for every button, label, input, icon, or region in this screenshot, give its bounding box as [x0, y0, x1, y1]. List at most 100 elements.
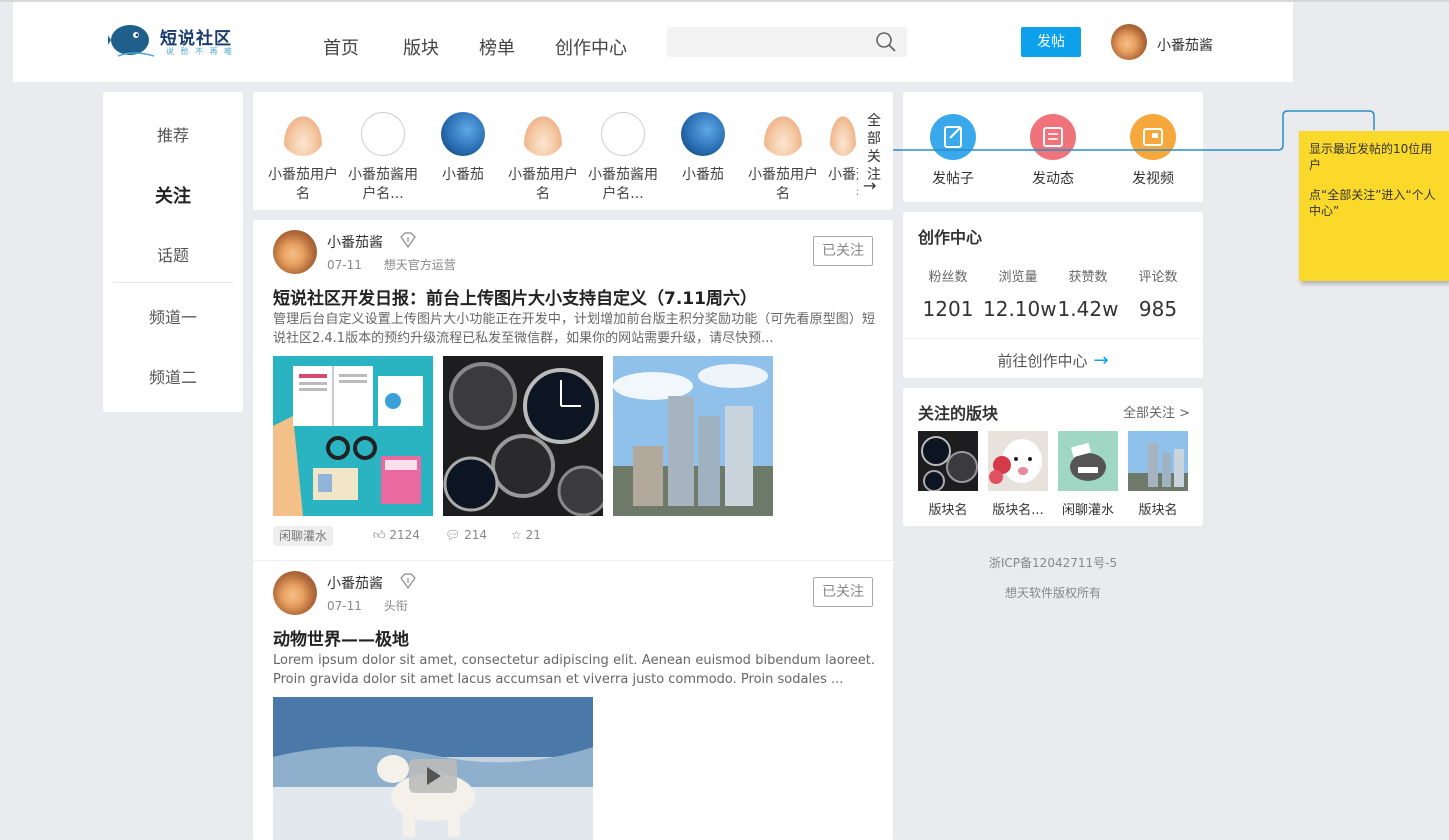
- comment-action[interactable]: 💬︎ 214: [445, 528, 487, 542]
- left-nav-recommend[interactable]: 推荐: [103, 122, 243, 146]
- author-name[interactable]: 小番茄酱: [327, 573, 383, 593]
- post-date: 07-11: [327, 258, 362, 272]
- annotation-note: 显示最近发帖的10位用户 点“全部关注”进入“个人中心”: [1299, 131, 1449, 281]
- post-source: 头衔: [383, 599, 408, 613]
- annotation-line-1: 显示最近发帖的10位用户: [1309, 142, 1433, 172]
- header-bar: 短说社区 说 愁 不 再 唯 首页 版块 榜单 创作中心 发帖 小番茄酱: [13, 2, 1293, 82]
- post-video[interactable]: [273, 697, 593, 840]
- logo-subtitle: 说 愁 不 再 唯: [166, 47, 235, 56]
- followed-users-strip: 小番茄用户名 小番茄酱用户名... 小番茄 小番茄用户名 小番茄酱用户名... …: [253, 92, 893, 210]
- followed-user-name: 小番茄: [442, 167, 484, 183]
- diamond-badge-icon: [400, 573, 416, 590]
- favorite-action[interactable]: ☆ 21: [511, 528, 541, 542]
- diamond-badge-icon: [400, 232, 416, 249]
- followed-boards-panel: 关注的版块 全部关注 > 版块名 版块名... 闲聊灌水 版块名: [903, 388, 1203, 526]
- nav-creation-center[interactable]: 创作中心: [555, 34, 627, 60]
- search-icon[interactable]: [875, 31, 897, 53]
- followed-user-name: 小番茄用户名: [508, 167, 578, 202]
- post-button[interactable]: 发帖: [1021, 27, 1081, 57]
- comment-icon: 💬︎: [445, 528, 461, 542]
- arrow-right-icon[interactable]: →: [863, 176, 876, 195]
- icp-text[interactable]: 浙ICP备12042711号-5: [903, 554, 1203, 571]
- followed-user[interactable]: 小番茄用户名: [268, 112, 338, 204]
- author-name[interactable]: 小番茄酱: [327, 232, 383, 252]
- board-image: [1128, 431, 1188, 491]
- nav-ranking[interactable]: 榜单: [479, 34, 515, 60]
- post-actions: 闲聊灌水 👍︎ 2124 💬︎ 214 ☆ 21: [273, 526, 873, 548]
- board-image: [988, 431, 1048, 491]
- post-meta: 07-11 想天官方运营: [327, 256, 474, 273]
- search-input[interactable]: [667, 27, 907, 57]
- stat-value: 1201: [922, 297, 974, 321]
- post-excerpt[interactable]: 管理后台自定义设置上传图片大小功能正在开发中，计划增加前台版主积分奖励功能（可先…: [273, 310, 875, 348]
- board-item[interactable]: 闲聊灌水: [1057, 431, 1119, 518]
- like-action[interactable]: 👍︎ 2124: [373, 528, 420, 543]
- left-nav-channel-2[interactable]: 频道二: [103, 364, 243, 388]
- post-source: 想天官方运营: [383, 258, 456, 272]
- followed-user[interactable]: 小番茄用户名: [828, 112, 858, 204]
- board-item[interactable]: 版块名: [1127, 431, 1189, 518]
- followed-user[interactable]: 小番茄酱用户名...: [348, 112, 418, 204]
- go-creation-center-link[interactable]: 前往创作中心 →: [903, 350, 1203, 371]
- followed-user-avatar: [441, 112, 485, 156]
- post-status-label: 发动态: [1032, 171, 1074, 187]
- post-title[interactable]: 短说社区开发日报：前台上传图片大小支持自定义（7.11周六）: [273, 284, 757, 309]
- author-avatar[interactable]: [273, 230, 317, 274]
- post-image-documents[interactable]: [273, 356, 433, 516]
- followed-user[interactable]: 小番茄: [668, 112, 738, 185]
- followed-user-name: 小番茄用户名: [748, 167, 818, 202]
- followed-user-avatar: [828, 112, 858, 156]
- followed-user-avatar: [281, 112, 325, 156]
- nav-home[interactable]: 首页: [323, 34, 359, 60]
- left-nav: 推荐 关注 话题 频道一 频道二: [103, 92, 243, 412]
- creation-center-title: 创作中心: [918, 228, 983, 247]
- stat-label: 评论数: [1138, 270, 1178, 285]
- followed-button[interactable]: 已关注: [813, 577, 873, 607]
- followed-user-avatar: [361, 112, 405, 156]
- all-followed-boards-link[interactable]: 全部关注 >: [1123, 402, 1190, 421]
- creation-center-panel: 创作中心 粉丝数 1201 浏览量 12.10w 获赞数 1.42w 评论数 9…: [903, 212, 1203, 378]
- post-tag[interactable]: 闲聊灌水: [273, 526, 334, 546]
- post-image-city[interactable]: [613, 356, 773, 516]
- followed-user-name: 小番茄: [682, 167, 724, 183]
- author-avatar[interactable]: [273, 571, 317, 615]
- like-count: 2124: [389, 528, 420, 542]
- post-date: 07-11: [327, 599, 362, 613]
- user-avatar[interactable]: [1111, 24, 1147, 60]
- arrow-right-icon: →: [1093, 350, 1109, 371]
- nav-boards[interactable]: 版块: [403, 34, 439, 60]
- stat-likes: 获赞数 1.42w: [1053, 266, 1123, 321]
- thumbs-up-icon: 👍︎: [373, 528, 386, 542]
- post-image-clocks[interactable]: [443, 356, 603, 516]
- board-name: 版块名...: [992, 503, 1044, 518]
- followed-user-avatar: [521, 112, 565, 156]
- followed-user[interactable]: 小番茄用户名: [748, 112, 818, 204]
- go-creation-center-label: 前往创作中心: [997, 352, 1088, 370]
- post-excerpt[interactable]: Lorem ipsum dolor sit amet, consectetur …: [273, 651, 875, 689]
- followed-user-name: 小番茄酱用户名...: [348, 167, 418, 202]
- stat-value: 12.10w: [983, 297, 1057, 321]
- site-logo[interactable]: 短说社区 说 愁 不 再 唯: [106, 20, 238, 64]
- post-divider: [253, 560, 893, 561]
- followed-button[interactable]: 已关注: [813, 236, 873, 266]
- post-meta: 07-11 头衔: [327, 597, 426, 614]
- left-nav-topics[interactable]: 话题: [103, 242, 243, 266]
- board-image: [1058, 431, 1118, 491]
- left-nav-follow[interactable]: 关注: [103, 182, 243, 208]
- followed-user[interactable]: 小番茄酱用户名...: [588, 112, 658, 204]
- favorite-count: 21: [525, 528, 541, 542]
- followed-user-avatar: [761, 112, 805, 156]
- board-name: 闲聊灌水: [1061, 503, 1114, 518]
- followed-user[interactable]: 小番茄: [428, 112, 498, 185]
- board-item[interactable]: 版块名: [917, 431, 979, 518]
- post-feed: 小番茄酱 07-11 想天官方运营 已关注 短说社区开发日报：前台上传图片大小支…: [253, 220, 893, 840]
- post-video-label: 发视频: [1132, 171, 1174, 187]
- user-name[interactable]: 小番茄酱: [1157, 35, 1213, 55]
- followed-user[interactable]: 小番茄用户名: [508, 112, 578, 204]
- post-title[interactable]: 动物世界——极地: [273, 625, 409, 650]
- board-name: 版块名: [928, 503, 968, 518]
- board-item[interactable]: 版块名...: [987, 431, 1049, 518]
- followed-user-name: 小番茄酱用户名...: [588, 167, 658, 202]
- left-nav-channel-1[interactable]: 频道一: [103, 304, 243, 328]
- all-follow-link[interactable]: 全部关注: [863, 112, 885, 184]
